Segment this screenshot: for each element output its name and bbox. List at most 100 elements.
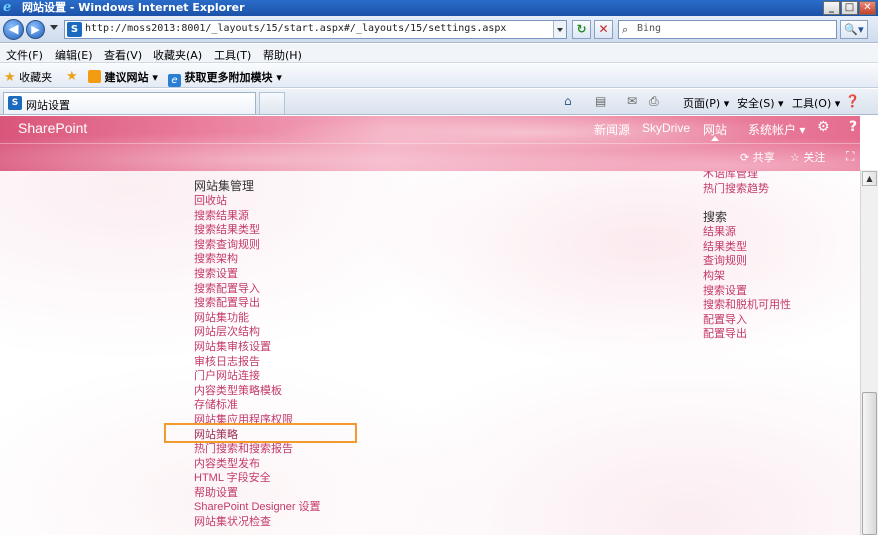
page-menu[interactable]: 页面(P) ▾ xyxy=(683,95,729,111)
help-icon[interactable]: ❓ xyxy=(845,94,860,108)
home-icon[interactable]: ⌂ xyxy=(564,94,572,108)
link-search-result-sources[interactable]: 搜索结果源 xyxy=(194,209,321,224)
follow-star-icon: ☆ xyxy=(790,151,800,164)
sharepoint-suite-bar: SharePoint 新闻源 SkyDrive 网站 系统帐户 ▾ ⚙ ? ⟳ … xyxy=(0,116,860,171)
link-site-hierarchy[interactable]: 网站层次结构 xyxy=(194,325,321,340)
safety-menu[interactable]: 安全(S) ▾ xyxy=(737,95,784,111)
link-search-result-types[interactable]: 搜索结果类型 xyxy=(194,223,321,238)
add-favorite-icon[interactable]: ★ xyxy=(66,69,78,84)
ie-addon-icon: e xyxy=(168,74,181,87)
search-placeholder[interactable]: Bing xyxy=(637,23,661,34)
suggested-sites-icon xyxy=(88,70,101,83)
link-config-import[interactable]: 配置导入 xyxy=(703,313,791,328)
back-button[interactable]: ◀ xyxy=(3,19,24,40)
link-config-export[interactable]: 配置导出 xyxy=(703,327,791,342)
highlight-annotation-box xyxy=(164,423,357,443)
nav-newsfeed[interactable]: 新闻源 xyxy=(594,121,630,138)
address-toolbar: ◀ ▶ S http://moss2013:8001/_layouts/15/s… xyxy=(0,16,878,43)
nav-skydrive[interactable]: SkyDrive xyxy=(642,121,690,135)
address-dropdown-icon[interactable] xyxy=(553,21,566,38)
link-search-config-import[interactable]: 搜索配置导入 xyxy=(194,282,321,297)
help-question-icon[interactable]: ? xyxy=(849,119,857,135)
stop-button[interactable]: ✕ xyxy=(594,20,613,39)
close-button[interactable]: ✕ xyxy=(859,1,876,15)
menu-tools[interactable]: 工具(T) xyxy=(214,47,251,63)
link-audit-log-reports[interactable]: 审核日志报告 xyxy=(194,355,321,370)
minimize-button[interactable]: _ xyxy=(823,1,840,15)
link-popularity-search-reports[interactable]: 热门搜索和搜索报告 xyxy=(194,442,321,457)
tab-title: 网站设置 xyxy=(26,99,70,112)
forward-button[interactable]: ▶ xyxy=(26,20,45,39)
menu-edit[interactable]: 编辑(E) xyxy=(55,47,93,63)
new-tab-button[interactable] xyxy=(259,92,285,114)
link-search-settings[interactable]: 搜索设置 xyxy=(194,267,321,282)
share-button[interactable]: ⟳ 共享 xyxy=(740,149,775,165)
suggested-sites-button[interactable]: 建议网站 ▾ xyxy=(88,69,158,85)
link-schema[interactable]: 构架 xyxy=(703,269,791,284)
mail-icon[interactable]: ✉ xyxy=(627,94,637,108)
link-popularity-trends[interactable]: 热门搜索趋势 xyxy=(703,182,791,197)
search-icon: ⌕ xyxy=(622,23,629,36)
ie-logo-icon: e xyxy=(3,0,12,15)
link-right-search-settings[interactable]: 搜索设置 xyxy=(703,284,791,299)
link-portal-site-connection[interactable]: 门户网站连接 xyxy=(194,369,321,384)
suggested-sites-label: 建议网站 ▾ xyxy=(104,71,158,84)
suite-bar-divider xyxy=(0,143,860,144)
history-dropdown-icon[interactable] xyxy=(50,25,58,30)
settings-content: 网站集管理 回收站 搜索结果源 搜索结果类型 搜索查询规则 搜索架构 搜索设置 … xyxy=(0,171,860,535)
site-collection-admin-section: 网站集管理 回收站 搜索结果源 搜索结果类型 搜索查询规则 搜索架构 搜索设置 … xyxy=(194,179,321,530)
link-search-config-export[interactable]: 搜索配置导出 xyxy=(194,296,321,311)
link-audit-settings[interactable]: 网站集审核设置 xyxy=(194,340,321,355)
search-go-button[interactable]: 🔍▾ xyxy=(840,20,868,39)
follow-button[interactable]: ☆ 关注 xyxy=(790,149,825,165)
addons-gallery-button[interactable]: e 获取更多附加模块 ▾ xyxy=(168,69,282,87)
link-search-query-rules[interactable]: 搜索查询规则 xyxy=(194,238,321,253)
menu-view[interactable]: 查看(V) xyxy=(104,47,142,63)
refresh-button[interactable]: ↻ xyxy=(572,20,591,39)
link-search-schema[interactable]: 搜索架构 xyxy=(194,252,321,267)
menu-favorites[interactable]: 收藏夹(A) xyxy=(153,47,202,63)
window-title: 网站设置 - Windows Internet Explorer xyxy=(22,1,245,14)
maximize-button[interactable]: □ xyxy=(841,1,858,15)
focus-content-icon[interactable]: ⛶ xyxy=(846,149,854,164)
sharepoint-brand[interactable]: SharePoint xyxy=(18,120,87,136)
tab-row: S 网站设置 ⌂ ▤ ✉ ⎙ 页面(P) ▾ 安全(S) ▾ 工具(O) ▾ ❓ xyxy=(0,89,878,115)
right-settings-column: 术语库管理 热门搜索趋势 搜索 结果源 结果类型 查询规则 构架 搜索设置 搜索… xyxy=(703,171,791,342)
link-result-types[interactable]: 结果类型 xyxy=(703,240,791,255)
link-html-field-security[interactable]: HTML 字段安全 xyxy=(194,471,321,486)
section-heading: 网站集管理 xyxy=(194,179,255,193)
settings-gear-icon[interactable]: ⚙ xyxy=(817,119,830,135)
scrollbar-thumb[interactable] xyxy=(862,392,877,535)
favorites-button[interactable]: ★ 收藏夹 xyxy=(4,69,52,85)
menu-help[interactable]: 帮助(H) xyxy=(263,47,302,63)
link-sharepoint-designer-settings[interactable]: SharePoint Designer 设置 xyxy=(194,500,321,515)
link-query-rules[interactable]: 查询规则 xyxy=(703,254,791,269)
link-storage-metrics[interactable]: 存储标准 xyxy=(194,398,321,413)
address-url[interactable]: http://moss2013:8001/_layouts/15/start.a… xyxy=(85,23,506,34)
vertical-scrollbar[interactable]: ▲ xyxy=(860,170,878,535)
link-site-collection-health-checks[interactable]: 网站集状况检查 xyxy=(194,515,321,530)
tools-menu[interactable]: 工具(O) ▾ xyxy=(792,95,840,111)
address-bar[interactable]: S http://moss2013:8001/_layouts/15/start… xyxy=(64,20,567,39)
print-icon[interactable]: ⎙ xyxy=(649,94,659,109)
tab-site-settings[interactable]: S 网站设置 xyxy=(3,92,256,114)
window-title-bar: e 网站设置 - Windows Internet Explorer _ □ ✕ xyxy=(0,0,878,16)
menu-bar: 文件(F) 编辑(E) 查看(V) 收藏夹(A) 工具(T) 帮助(H) xyxy=(0,44,878,63)
sharepoint-favicon-icon: S xyxy=(67,22,82,37)
favorites-bar: ★ 收藏夹 ★ 建议网站 ▾ e 获取更多附加模块 ▾ xyxy=(0,64,878,88)
link-search-offline-availability[interactable]: 搜索和脱机可用性 xyxy=(703,298,791,313)
account-menu[interactable]: 系统帐户 ▾ xyxy=(748,121,805,138)
link-recycle-bin[interactable]: 回收站 xyxy=(194,194,321,209)
scroll-up-arrow-icon[interactable]: ▲ xyxy=(862,171,877,186)
link-content-type-publishing[interactable]: 内容类型发布 xyxy=(194,457,321,472)
share-label: 共享 xyxy=(752,151,775,164)
link-result-sources[interactable]: 结果源 xyxy=(703,225,791,240)
link-site-collection-features[interactable]: 网站集功能 xyxy=(194,311,321,326)
menu-file[interactable]: 文件(F) xyxy=(6,47,43,63)
link-content-type-policy-templates[interactable]: 内容类型策略模板 xyxy=(194,384,321,399)
link-help-settings[interactable]: 帮助设置 xyxy=(194,486,321,501)
search-box[interactable]: ⌕ Bing xyxy=(618,20,837,39)
feeds-icon[interactable]: ▤ xyxy=(595,94,606,108)
link-term-store-management[interactable]: 术语库管理 xyxy=(703,171,791,182)
addons-gallery-label: 获取更多附加模块 ▾ xyxy=(184,71,282,84)
